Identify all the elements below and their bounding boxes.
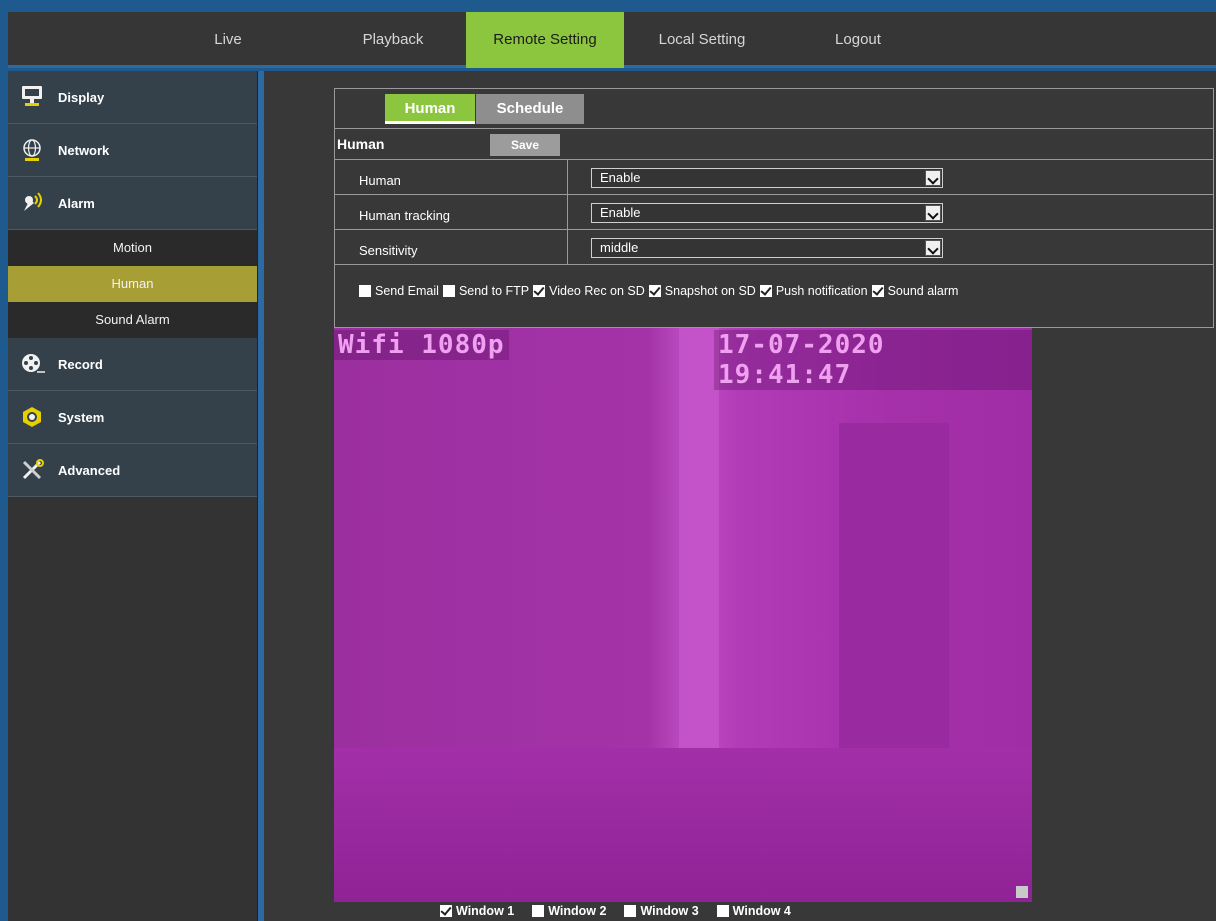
video-rec-checkbox[interactable] (533, 285, 546, 297)
sidebar-item-system[interactable]: System (8, 391, 257, 444)
tab-schedule[interactable]: Schedule (476, 94, 584, 124)
push-notification-option[interactable]: Push notification (759, 284, 868, 298)
sidebar-subitem-human[interactable]: Human (8, 266, 257, 302)
sound-alarm-option[interactable]: Sound alarm (871, 284, 959, 298)
window-2-checkbox[interactable] (532, 905, 545, 917)
window-3-checkbox[interactable] (624, 905, 637, 917)
push-notification-checkbox[interactable] (759, 285, 772, 297)
sidebar-item-network[interactable]: Network (8, 124, 257, 177)
sidebar-item-label: Record (58, 356, 103, 372)
divider (335, 264, 1213, 265)
sidebar-item-display[interactable]: Display (8, 71, 257, 124)
sidebar-subitem-sound-alarm[interactable]: Sound Alarm (8, 302, 257, 338)
snapshot-option[interactable]: Snapshot on SD (648, 284, 756, 298)
sidebar-item-label: Network (58, 142, 110, 158)
window-2-option[interactable]: Window 2 (532, 904, 606, 918)
window-4-checkbox[interactable] (716, 905, 729, 917)
option-label: Snapshot on SD (664, 284, 756, 298)
osd-camera-name: Wifi 1080p (334, 330, 509, 360)
divider (335, 194, 1213, 195)
option-label: Video Rec on SD (549, 284, 645, 298)
camera-preview[interactable]: Wifi 1080p 17-07-2020 19:41:47 (334, 328, 1032, 902)
human-tracking-select[interactable]: Enable (591, 203, 943, 223)
field-label-sensitivity: Sensitivity (359, 243, 418, 258)
main-content: Human Schedule Human Save Human Enable H… (264, 71, 1216, 921)
window-1-checkbox[interactable] (440, 905, 452, 917)
field-label-human: Human (359, 173, 401, 188)
option-label: Window 3 (640, 904, 699, 918)
send-email-checkbox[interactable] (359, 285, 371, 297)
option-label: Window 4 (732, 904, 791, 918)
send-ftp-option[interactable]: Send to FTP (442, 284, 530, 298)
select-value: Enable (600, 170, 641, 185)
chevron-down-icon (925, 170, 941, 186)
tools-icon (20, 458, 46, 482)
globe-icon (20, 138, 46, 162)
tab-human[interactable]: Human (385, 94, 475, 124)
divider (335, 229, 1213, 230)
option-label: Window 2 (548, 904, 607, 918)
nav-playback[interactable]: Playback (320, 12, 466, 68)
sidebar-item-label: Advanced (58, 462, 121, 478)
sidebar-item-label: System (58, 409, 105, 425)
save-button[interactable]: Save (490, 134, 560, 156)
chevron-down-icon (925, 240, 941, 256)
scene-pillar (679, 328, 719, 808)
sidebar-item-label: Display (58, 89, 105, 105)
osd-timestamp: 17-07-2020 19:41:47 (714, 330, 1032, 390)
option-label: Push notification (775, 284, 868, 298)
nav-local-setting[interactable]: Local Setting (634, 12, 770, 68)
nav-live[interactable]: Live (168, 12, 288, 68)
option-label: Send Email (375, 284, 439, 298)
top-navigation: Live Playback Remote Setting Local Setti… (8, 12, 1216, 68)
sound-alarm-checkbox[interactable] (871, 285, 884, 297)
alarm-icon (20, 191, 46, 215)
divider (335, 128, 1213, 129)
sidebar-item-advanced[interactable]: Advanced (8, 444, 257, 497)
sidebar: Display Network Alarm Motion Human Sound… (8, 71, 258, 921)
chevron-down-icon (925, 205, 941, 221)
nav-logout[interactable]: Logout (796, 12, 920, 68)
select-value: Enable (600, 205, 641, 220)
divider (335, 159, 1213, 160)
nut-icon (20, 405, 46, 429)
column-divider (567, 159, 568, 264)
sensitivity-select[interactable]: middle (591, 238, 943, 258)
sidebar-item-label: Alarm (58, 195, 95, 211)
option-label: Window 1 (456, 904, 515, 918)
resize-handle-icon[interactable] (1016, 886, 1028, 898)
human-select[interactable]: Enable (591, 168, 943, 188)
window-1-option[interactable]: Window 1 (440, 904, 514, 918)
settings-panel: Human Schedule Human Save Human Enable H… (334, 88, 1214, 328)
send-email-option[interactable]: Send Email (359, 284, 439, 298)
monitor-icon (20, 85, 46, 109)
sidebar-subitem-motion[interactable]: Motion (8, 230, 257, 266)
scene-floor (334, 748, 1032, 902)
sidebar-item-record[interactable]: Record (8, 338, 257, 391)
video-rec-option[interactable]: Video Rec on SD (533, 284, 645, 298)
window-3-option[interactable]: Window 3 (624, 904, 699, 918)
send-ftp-checkbox[interactable] (442, 285, 455, 297)
detection-windows: Window 1 Window 2 Window 3 Window 4 (440, 904, 809, 918)
field-label-human-tracking: Human tracking (359, 208, 451, 223)
option-label: Send to FTP (458, 284, 530, 298)
select-value: middle (600, 240, 639, 255)
alarm-actions: Send Email Send to FTP Video Rec on SD S… (359, 284, 962, 298)
sidebar-item-alarm[interactable]: Alarm (8, 177, 257, 230)
option-label: Sound alarm (887, 284, 959, 298)
snapshot-checkbox[interactable] (648, 285, 661, 297)
window-4-option[interactable]: Window 4 (716, 904, 791, 918)
nav-remote-setting[interactable]: Remote Setting (466, 12, 624, 68)
section-title: Human (337, 136, 385, 152)
film-reel-icon (20, 352, 46, 376)
